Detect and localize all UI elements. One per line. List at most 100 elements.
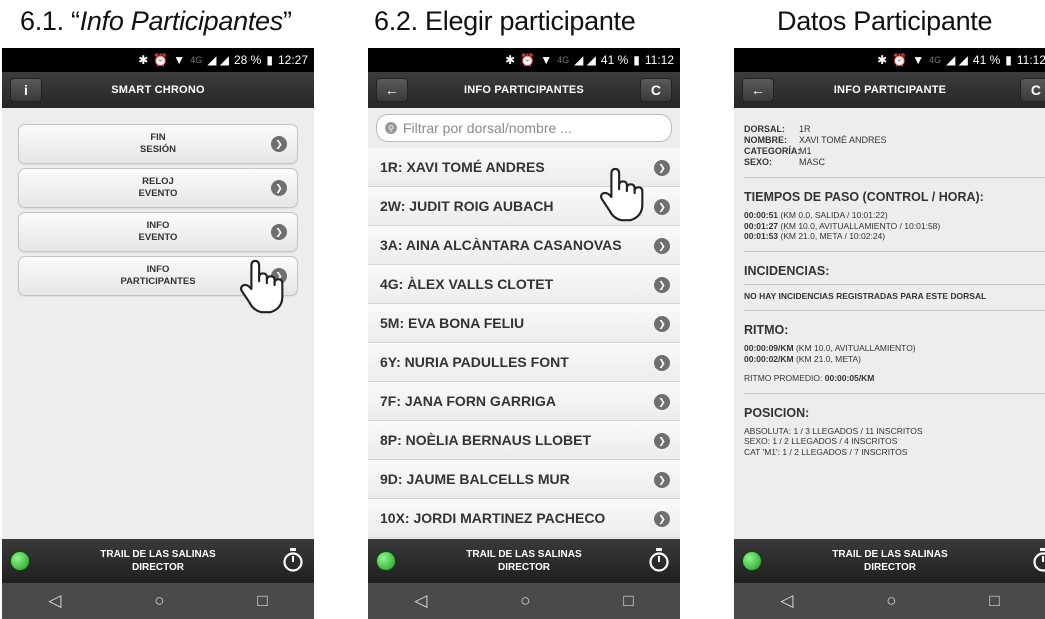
clock-time: 11:12 <box>644 53 674 67</box>
tiempo-line: 00:01:27 (KM 10.0, AVITUALLAMIENTO / 10:… <box>744 220 941 231</box>
caption-datos-participante: Datos Participante <box>777 6 993 36</box>
event-name: TRAIL DE LAS SALINAS DIRECTOR <box>466 549 582 573</box>
categoria-value: M1 <box>799 146 812 156</box>
participant-list-panel: ⚲ 1R: XAVI TOMÉ ANDRES❯ 2W: JUDIT ROIG A… <box>368 108 680 539</box>
ritmo-list: 00:00:09/KM (KM 10.0, AVITUALLAMIENTO) 0… <box>744 343 1036 364</box>
detail-body: DORSAL: 1R NOMBRE: XAVI TOMÉ ANDRES CATEGO… <box>734 114 1045 457</box>
filter-input[interactable] <box>403 120 653 136</box>
posicion-list: ABSOLUTA: 1 / 3 LLEGADOS / 11 INSCRITOS … <box>744 426 1036 458</box>
tiempos-list: 00:00:51 (KM 0.0, SALIDA / 10:01:22) 00:… <box>744 210 1036 242</box>
status-bar: ✱ ⏰ ▼ 4G ◢ ◢ 28 % ▮ 12:27 <box>2 48 314 72</box>
chevron-right-icon: ❯ <box>271 180 287 196</box>
participant-row[interactable]: 8P: NOÈLIA BERNAUS LLOBET ❯ <box>368 421 680 460</box>
bluetooth-icon: ✱ <box>138 53 149 67</box>
refresh-button[interactable]: C <box>640 78 672 102</box>
event-name: TRAIL DE LAS SALINAS DIRECTOR <box>832 549 948 573</box>
divider <box>744 310 1045 311</box>
stopwatch-icon[interactable] <box>282 548 304 572</box>
android-nav-bar: ◁ ○ □ <box>368 583 680 619</box>
nav-recent-icon[interactable]: □ <box>623 591 633 611</box>
network-type: 4G <box>929 55 942 65</box>
chevron-right-icon: ❯ <box>654 394 670 410</box>
participant-detail: DORSAL: 1R NOMBRE: XAVI TOMÉ ANDRES CATEGO… <box>734 108 1045 539</box>
clock-time: 12:27 <box>277 53 308 67</box>
nav-back-icon[interactable]: ◁ <box>414 591 427 611</box>
caption-info-participantes: 6.1. “Info Participantes” <box>20 6 292 36</box>
status-bar: ✱ ⏰ ▼ 4G ◢ ◢ 41 % ▮ 11:12 <box>368 48 680 72</box>
tiempo-line: 00:00:51 (KM 0.0, SALIDA / 10:01:22) <box>744 210 888 220</box>
incidencias-title: INCIDENCIAS: <box>744 263 830 278</box>
nav-home-icon[interactable]: ○ <box>886 591 896 611</box>
reloj-evento-button[interactable]: RELOJ EVENTO ❯ <box>18 168 298 208</box>
refresh-button[interactable]: C <box>1020 78 1045 102</box>
dorsal-value: 1R <box>799 124 811 134</box>
chevron-right-icon: ❯ <box>654 316 670 332</box>
clock-time: 11:12 <box>1016 53 1045 67</box>
phone-screen-participant-detail: ✱ ⏰ ▼ 4G ◢ ◢ 41 % ▮ 11:12 ← INFO PARTICI… <box>734 48 1045 619</box>
info-participantes-button[interactable]: INFO PARTICIPANTES ❯ <box>18 256 298 296</box>
back-button[interactable]: ← <box>376 78 408 102</box>
ritmo-line: 00:00:02/KM (KM 21.0, META) <box>744 353 861 364</box>
participant-row[interactable]: 2W: JUDIT ROIG AUBACH ❯ <box>368 187 680 226</box>
posicion-title: POSICION: <box>744 405 810 420</box>
ritmo-title: RITMO: <box>744 323 789 337</box>
participant-row[interactable]: 9D: JAUME BALCELLS MUR ❯ <box>368 460 680 499</box>
android-nav-bar: ◁ ○ □ <box>2 583 314 619</box>
info-button[interactable]: i <box>10 78 42 102</box>
stopwatch-icon[interactable] <box>648 548 670 572</box>
nav-recent-icon[interactable]: □ <box>989 591 999 611</box>
chevron-right-icon: ❯ <box>271 224 287 240</box>
screen-title: INFO PARTICIPANTES <box>464 84 584 96</box>
chevron-right-icon: ❯ <box>654 355 670 371</box>
participant-row[interactable]: 5M: EVA BONA FELIU ❯ <box>368 304 680 343</box>
participant-row[interactable]: 10X: JORDI MARTINEZ PACHECO ❯ <box>368 499 680 538</box>
divider <box>744 177 1045 178</box>
app-header: ← INFO PARTICIPANTE C <box>734 72 1045 108</box>
chevron-right-icon: ❯ <box>271 268 287 284</box>
tiempos-title: TIEMPOS DE PASO (CONTROL / HORA): <box>744 190 984 204</box>
main-menu: FIN SESIÓN ❯ RELOJ EVENTO ❯ INFO EVENTO … <box>2 108 314 539</box>
participant-row[interactable]: 7F: JANA FORN GARRIGA ❯ <box>368 382 680 421</box>
network-type: 4G <box>190 55 203 65</box>
nav-recent-icon[interactable]: □ <box>257 591 267 611</box>
fin-sesion-button[interactable]: FIN SESIÓN ❯ <box>18 124 298 164</box>
caption-elegir-participante: 6.2. Elegir participante <box>374 6 636 36</box>
network-type: 4G <box>557 55 570 65</box>
chevron-right-icon: ❯ <box>271 136 287 152</box>
battery-percent: 41 % <box>972 53 1001 67</box>
android-nav-bar: ◁ ○ □ <box>734 583 1045 619</box>
bluetooth-icon: ✱ <box>505 53 516 67</box>
back-button[interactable]: ← <box>742 78 774 102</box>
participant-row[interactable]: 1R: XAVI TOMÉ ANDRES ❯ <box>368 148 680 187</box>
battery-percent: 41 % <box>600 53 629 67</box>
ritmo-line: 00:00:09/KM (KM 10.0, AVITUALLAMIENTO) <box>744 343 916 353</box>
participant-row[interactable]: 6Y: NURIA PADULLES FONT ❯ <box>368 343 680 382</box>
divider <box>744 283 1045 285</box>
connection-status-icon <box>10 551 30 571</box>
tiempo-line: 00:01:53 (KM 21.0, META / 10:02:24) <box>744 231 886 241</box>
nav-back-icon[interactable]: ◁ <box>780 591 793 611</box>
alarm-icon: ⏰ <box>153 53 169 67</box>
participant-row[interactable]: 3A: AINA ALCÀNTARA CASANOVAS ❯ <box>368 226 680 265</box>
nav-home-icon[interactable]: ○ <box>520 591 530 611</box>
nombre-label: NOMBRE: <box>744 135 787 145</box>
search-icon: ⚲ <box>385 122 397 134</box>
info-evento-button[interactable]: INFO EVENTO ❯ <box>18 212 298 252</box>
connection-status-icon <box>742 551 762 571</box>
status-bar: ✱ ⏰ ▼ 4G ◢ ◢ 41 % ▮ 11:12 <box>734 48 1045 72</box>
stopwatch-icon[interactable] <box>1032 548 1045 572</box>
dorsal-label: DORSAL: <box>744 124 785 134</box>
chevron-right-icon: ❯ <box>654 277 670 293</box>
nav-home-icon[interactable]: ○ <box>154 591 164 611</box>
posicion-line: SEXO: 1 / 2 LLEGADOS / 4 INSCRITOS <box>744 436 898 446</box>
screen-title: INFO PARTICIPANTE <box>833 84 947 96</box>
nav-back-icon[interactable]: ◁ <box>48 591 61 611</box>
battery-percent: 28 % <box>234 53 262 67</box>
participant-row[interactable]: 4G: ÀLEX VALLS CLOTET ❯ <box>368 265 680 304</box>
filter-box: ⚲ <box>376 114 672 142</box>
chevron-right-icon: ❯ <box>654 160 670 176</box>
sexo-label: SEXO: <box>744 157 773 167</box>
phone-screen-participant-list: ✱ ⏰ ▼ 4G ◢ ◢ 41 % ▮ 11:12 ← INFO PARTICI… <box>368 48 680 619</box>
chevron-right-icon: ❯ <box>654 433 670 449</box>
participant-list: 1R: XAVI TOMÉ ANDRES ❯ 2W: JUDIT ROIG AUB… <box>368 148 680 538</box>
